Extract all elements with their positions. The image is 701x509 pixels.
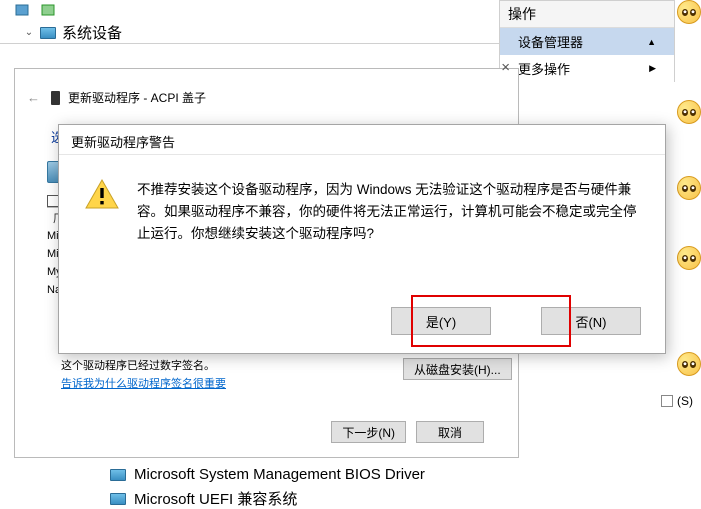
actions-pane: 操作 设备管理器 ▲ 更多操作 ▶: [499, 0, 675, 82]
dialog-title: 更新驱动程序警告: [59, 125, 665, 155]
triangle-right-icon: ▶: [649, 63, 656, 74]
from-disk-button[interactable]: 从磁盘安装(H)...: [403, 358, 512, 380]
triangle-up-icon: ▲: [647, 37, 656, 47]
devmgr-item-label: Microsoft System Management BIOS Driver: [134, 466, 425, 483]
emoji-icon: [677, 246, 701, 270]
wizard-back-button[interactable]: ←: [27, 90, 40, 105]
emoji-icon: [677, 100, 701, 124]
dialog-buttons: 是(Y) 否(N): [391, 307, 641, 335]
signed-help-link[interactable]: 告诉我为什么驱动程序签名很重要: [61, 375, 226, 391]
checkbox-s-label: (S): [677, 394, 693, 408]
wizard-close-button[interactable]: ×: [501, 59, 510, 76]
next-button[interactable]: 下一步(N): [331, 421, 406, 443]
no-button[interactable]: 否(N): [541, 307, 641, 335]
actions-item-label: 设备管理器: [518, 32, 583, 51]
dialog-message: 不推荐安装这个设备驱动程序，因为 Windows 无法验证这个驱动程序是否与硬件…: [137, 179, 639, 245]
driver-warning-dialog: 更新驱动程序警告 不推荐安装这个设备驱动程序，因为 Windows 无法验证这个…: [58, 124, 666, 354]
monitor-icon: [40, 27, 56, 39]
checkbox-s[interactable]: (S): [661, 394, 693, 408]
devmgr-item-bios-driver[interactable]: Microsoft System Management BIOS Driver: [110, 466, 425, 483]
chevron-down-icon: ⌄: [24, 28, 34, 38]
checkbox-icon: [661, 395, 673, 407]
signed-text: 这个驱动程序已经过数字签名。: [61, 357, 215, 373]
chip-icon: [51, 91, 60, 105]
toolbar-icon-2[interactable]: [40, 2, 56, 18]
toolbar-icon-1[interactable]: [14, 2, 30, 18]
cancel-button[interactable]: 取消: [416, 421, 484, 443]
actions-pane-header: 操作: [500, 1, 674, 28]
devmgr-toolbar-icons: [14, 2, 56, 18]
dialog-body: 不推荐安装这个设备驱动程序，因为 Windows 无法验证这个驱动程序是否与硬件…: [59, 155, 665, 255]
actions-item-devmgr[interactable]: 设备管理器 ▲: [500, 28, 674, 55]
from-disk-button-wrap: 从磁盘安装(H)...: [403, 358, 512, 380]
monitor-icon: [110, 493, 126, 505]
devmgr-node-system-devices[interactable]: ⌄ 系统设备: [24, 22, 122, 43]
wizard-title: 更新驱动程序 - ACPI 盖子: [51, 89, 206, 106]
devmgr-node-label: 系统设备: [62, 22, 122, 43]
monitor-icon: [110, 469, 126, 481]
devmgr-toolbar: ⌄ 系统设备: [0, 0, 500, 44]
warning-icon: [85, 179, 119, 245]
devmgr-item-label: Microsoft UEFI 兼容系统: [134, 488, 297, 509]
actions-item-more[interactable]: 更多操作 ▶: [500, 55, 674, 82]
wizard-title-text: 更新驱动程序 - ACPI 盖子: [68, 89, 206, 106]
emoji-icon: [677, 0, 701, 24]
yes-button[interactable]: 是(Y): [391, 307, 491, 335]
devmgr-item-uefi[interactable]: Microsoft UEFI 兼容系统: [110, 488, 297, 509]
wizard-nav-buttons: 下一步(N) 取消: [331, 421, 484, 443]
actions-item-label: 更多操作: [518, 59, 570, 78]
emoji-icon: [677, 176, 701, 200]
emoji-icon: [677, 352, 701, 376]
